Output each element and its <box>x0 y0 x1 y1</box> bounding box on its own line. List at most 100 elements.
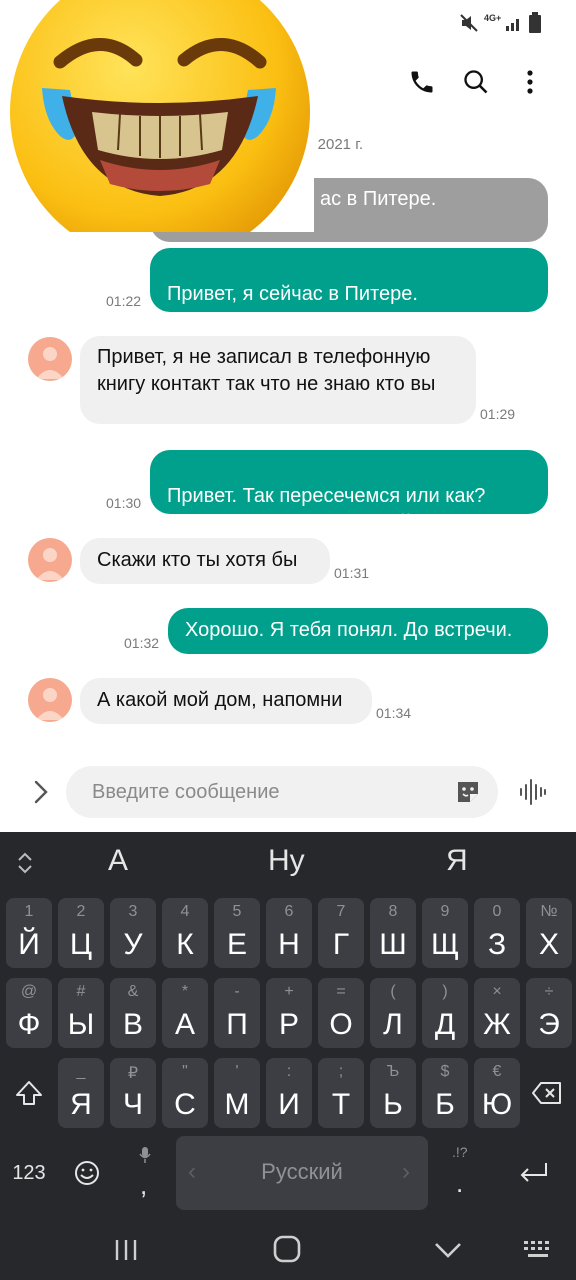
key[interactable]: " С <box>162 1058 208 1128</box>
person-avatar-icon <box>36 688 64 720</box>
key[interactable]: 9Щ <box>422 898 468 968</box>
message-bubble-received[interactable]: А какой мой дом, напомни <box>80 678 372 724</box>
period-key[interactable]: .!? . <box>436 1136 486 1210</box>
home-button[interactable] <box>272 1234 302 1264</box>
backspace-key[interactable] <box>524 1058 570 1128</box>
key[interactable]: 6Н <box>266 898 312 968</box>
message-input[interactable]: Введите сообщение <box>66 766 498 818</box>
key[interactable]: 8Ш <box>370 898 416 968</box>
message-bubble-sent[interactable]: Хорошо. Я тебя понял. До встречи. <box>168 608 548 654</box>
key-alt-label: € <box>492 1063 502 1080</box>
key[interactable]: 4К <box>162 898 208 968</box>
emoji-key[interactable] <box>62 1136 112 1210</box>
key[interactable]: × Ж <box>474 978 520 1048</box>
network-type-label: 4G+ <box>484 13 502 23</box>
message-bubble-sent[interactable]: Привет. Так пересечемся или как? Могу к … <box>150 450 548 534</box>
message-time: 01:30 <box>106 495 142 511</box>
key-label: Ж <box>483 1008 511 1041</box>
key-alt-label: 3 <box>128 903 138 920</box>
keyboard-switch-button[interactable] <box>522 1238 554 1262</box>
key-alt-label: : <box>286 1063 292 1080</box>
recent-apps-button[interactable] <box>112 1236 140 1264</box>
key[interactable]: (Л <box>370 978 416 1048</box>
signal-icon <box>506 19 519 31</box>
call-button[interactable] <box>402 62 442 102</box>
key[interactable]: 5Е <box>214 898 260 968</box>
key-label: И <box>278 1088 300 1121</box>
key[interactable]: 1Й <box>6 898 52 968</box>
key-alt-label: ' <box>235 1063 239 1080</box>
key[interactable]: _ Я <box>58 1058 104 1128</box>
toolbar-toggle-button[interactable] <box>14 850 36 876</box>
microphone-icon <box>139 1147 151 1163</box>
key-label: Л <box>383 1008 403 1041</box>
expand-toolbar-icon <box>18 852 32 874</box>
key[interactable]: & В <box>110 978 156 1048</box>
key-label: Р <box>278 1008 299 1041</box>
search-button[interactable] <box>456 62 496 102</box>
back-button[interactable] <box>432 1236 464 1262</box>
more-vertical-icon <box>527 70 533 94</box>
sticker-button[interactable] <box>454 778 482 806</box>
key-alt-label: ( <box>390 983 396 1000</box>
suggestion-item[interactable]: А <box>108 844 128 878</box>
key-label: С <box>174 1088 196 1121</box>
key-label: Я <box>70 1088 92 1121</box>
suggestion-bar: А Ну Я <box>0 832 576 894</box>
contact-avatar[interactable] <box>28 337 72 381</box>
key-alt-label: 5 <box>232 903 242 920</box>
message-text: А какой мой дом, напомни <box>97 689 343 711</box>
message-time: 01:34 <box>376 705 412 721</box>
key-alt-label: ₽ <box>127 1065 139 1082</box>
shift-key[interactable] <box>6 1058 52 1128</box>
key[interactable]: ₽ Ч <box>110 1058 156 1128</box>
numbers-key[interactable]: 123 <box>4 1136 54 1210</box>
key-label: Ч <box>123 1088 143 1121</box>
message-bubble-sent[interactable]: Привет, я сейчас в Питере. Пересечемся? <box>150 248 548 332</box>
key-label: Ы <box>67 1008 95 1041</box>
message-bubble-received[interactable]: Скажи кто ты хотя бы <box>80 538 330 584</box>
key[interactable]: 7Г <box>318 898 364 968</box>
more-options-button[interactable] <box>510 62 550 102</box>
space-key[interactable]: ‹ Русский › <box>176 1136 428 1210</box>
voice-record-button[interactable] <box>516 776 548 808</box>
key[interactable]: 2Ц <box>58 898 104 968</box>
key-alt-label: ; <box>338 1063 344 1080</box>
key-label: Ш <box>379 928 407 961</box>
key[interactable]: -П <box>214 978 260 1048</box>
suggestion-item[interactable]: Ну <box>268 844 305 878</box>
key[interactable]: ; Т <box>318 1058 364 1128</box>
key-alt-label: × <box>492 983 502 1000</box>
key[interactable]: 0З <box>474 898 520 968</box>
key-label: Э <box>538 1008 560 1041</box>
contact-avatar[interactable] <box>28 678 72 722</box>
contact-avatar[interactable] <box>28 538 72 582</box>
key[interactable]: ) Д <box>422 978 468 1048</box>
key[interactable]: № Х <box>526 898 572 968</box>
battery-icon <box>529 12 541 33</box>
comma-key[interactable]: , <box>120 1136 170 1210</box>
key-label: Ф <box>17 1008 41 1041</box>
suggestion-item[interactable]: Я <box>446 844 468 878</box>
expand-button[interactable] <box>24 776 56 808</box>
key[interactable]: 3У <box>110 898 156 968</box>
key-alt-label: = <box>336 983 346 1000</box>
sticker-icon <box>458 782 478 802</box>
key[interactable]: = О <box>318 978 364 1048</box>
key-alt-label: + <box>284 983 294 1000</box>
key[interactable]: $ Б <box>422 1058 468 1128</box>
phone-icon <box>411 71 433 93</box>
key[interactable]: + Р <box>266 978 312 1048</box>
message-bubble-received[interactable]: Привет, я не записал в телефонную книгу … <box>80 336 476 424</box>
enter-key[interactable] <box>506 1136 562 1210</box>
key[interactable]: @ Ф <box>6 978 52 1048</box>
enter-icon <box>520 1163 547 1182</box>
key-label: О <box>329 1008 353 1041</box>
key[interactable]: € Ю <box>474 1058 520 1128</box>
key[interactable]: ЪЬ <box>370 1058 416 1128</box>
key[interactable]: * А <box>162 978 208 1048</box>
key[interactable]: ÷ Э <box>526 978 572 1048</box>
key[interactable]: :И <box>266 1058 312 1128</box>
key[interactable]: # Ы <box>58 978 104 1048</box>
key[interactable]: ' М <box>214 1058 260 1128</box>
